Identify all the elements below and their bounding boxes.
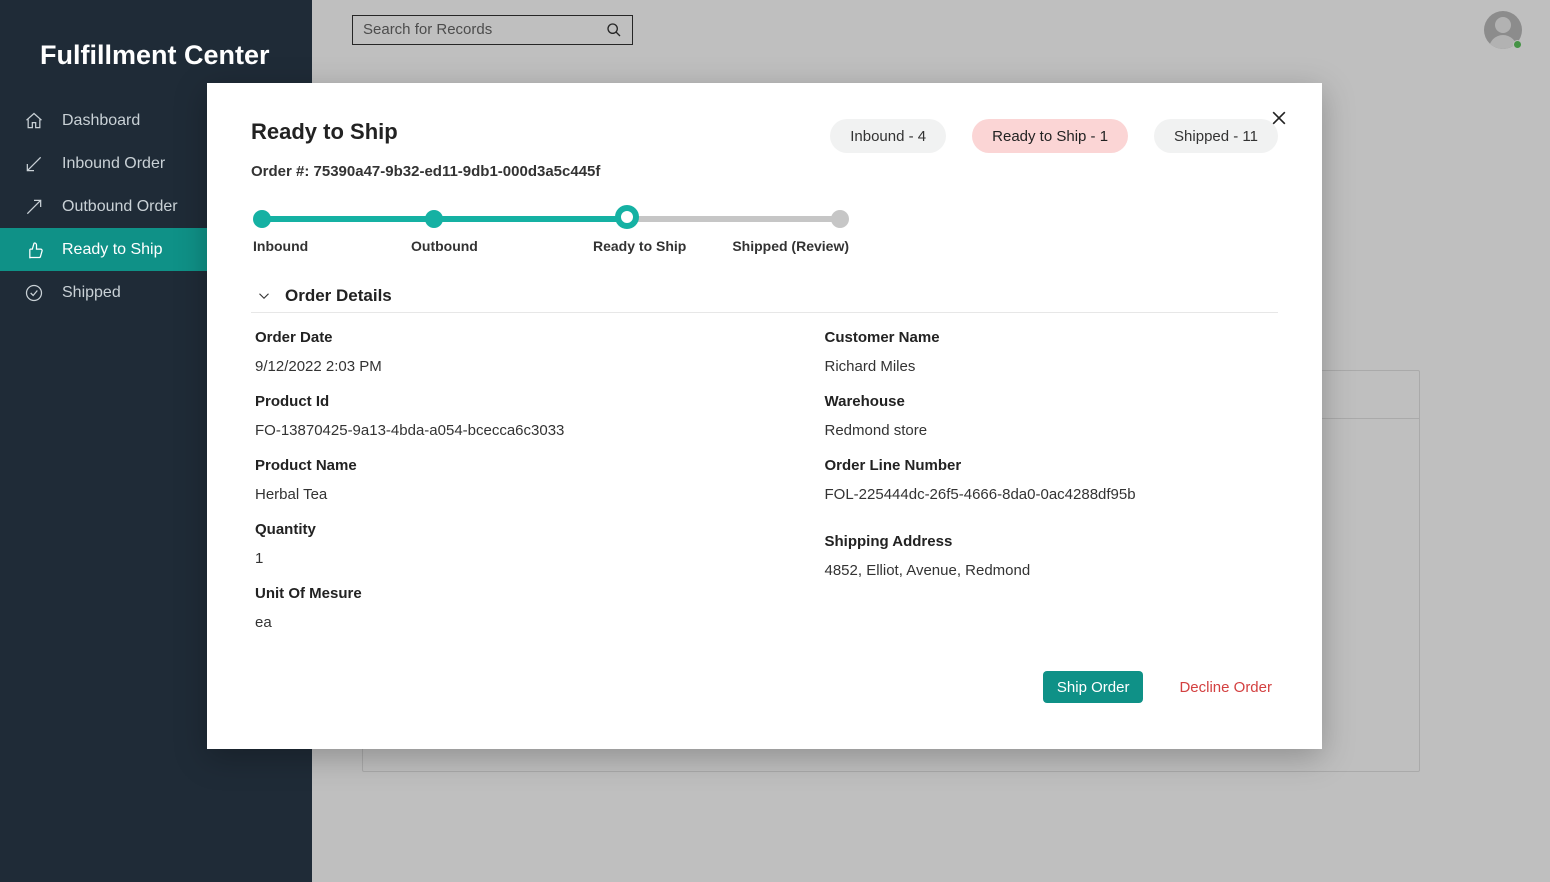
value-quantity: 1 — [255, 550, 705, 567]
value-order-date: 9/12/2022 2:03 PM — [255, 358, 705, 375]
value-shipping-address: 4852, Elliot, Avenue, Redmond — [825, 562, 1275, 579]
decline-order-button[interactable]: Decline Order — [1179, 679, 1272, 696]
modal-footer: Ship Order Decline Order — [1043, 671, 1272, 703]
step-label: Inbound — [253, 238, 308, 254]
check-circle-icon — [24, 283, 44, 303]
value-product-name: Herbal Tea — [255, 486, 705, 503]
chevron-down-icon — [255, 287, 273, 305]
order-details: Order Date 9/12/2022 2:03 PM Product Id … — [251, 313, 1278, 631]
modal-title: Ready to Ship — [251, 119, 600, 145]
details-right-column: Customer Name Richard Miles Warehouse Re… — [825, 327, 1275, 631]
label-shipping-address: Shipping Address — [825, 533, 1275, 550]
sidebar-item-label: Inbound Order — [62, 155, 165, 173]
sidebar-item-label: Ready to Ship — [62, 241, 163, 259]
status-pill-group: Inbound - 4 Ready to Ship - 1 Shipped - … — [830, 119, 1278, 153]
step-dot-icon — [831, 210, 849, 228]
order-details-toggle[interactable]: Order Details — [251, 280, 1278, 313]
close-icon — [1269, 108, 1289, 128]
label-quantity: Quantity — [255, 521, 705, 538]
label-order-line: Order Line Number — [825, 457, 1275, 474]
label-warehouse: Warehouse — [825, 393, 1275, 410]
modal-header: Ready to Ship Order #: 75390a47-9b32-ed1… — [251, 119, 1278, 180]
step-dot-icon — [425, 210, 443, 228]
value-product-id: FO-13870425-9a13-4bda-a054-bcecca6c3033 — [255, 422, 705, 439]
step-label: Outbound — [411, 238, 478, 254]
status-pill-shipped[interactable]: Shipped - 11 — [1154, 119, 1278, 153]
step-label: Ready to Ship — [593, 238, 686, 254]
ship-order-button[interactable]: Ship Order — [1043, 671, 1144, 703]
label-order-date: Order Date — [255, 329, 705, 346]
progress-stepper: Inbound Outbound Ready to Ship Shipped (… — [251, 208, 849, 268]
order-number: Order #: 75390a47-9b32-ed11-9db1-000d3a5… — [251, 163, 600, 180]
label-product-id: Product Id — [255, 393, 705, 410]
home-icon — [24, 111, 44, 131]
sidebar-item-label: Outbound Order — [62, 198, 178, 216]
section-title: Order Details — [285, 286, 392, 306]
value-customer: Richard Miles — [825, 358, 1275, 375]
step-dot-current-icon — [615, 205, 639, 229]
label-uom: Unit Of Mesure — [255, 585, 705, 602]
step-dot-icon — [253, 210, 271, 228]
modal-close-button[interactable] — [1266, 105, 1292, 131]
label-customer: Customer Name — [825, 329, 1275, 346]
thumbs-up-icon — [24, 240, 44, 260]
status-pill-ready[interactable]: Ready to Ship - 1 — [972, 119, 1128, 153]
outbound-arrow-icon — [24, 197, 44, 217]
label-product-name: Product Name — [255, 457, 705, 474]
sidebar-item-label: Shipped — [62, 284, 121, 302]
value-warehouse: Redmond store — [825, 422, 1275, 439]
inbound-arrow-icon — [24, 154, 44, 174]
status-pill-inbound[interactable]: Inbound - 4 — [830, 119, 946, 153]
value-uom: ea — [255, 614, 705, 631]
step-label: Shipped (Review) — [732, 238, 849, 254]
value-order-line: FOL-225444dc-26f5-4666-8da0-0ac4288df95b — [825, 486, 1275, 503]
sidebar-item-label: Dashboard — [62, 112, 140, 130]
order-modal: Ready to Ship Order #: 75390a47-9b32-ed1… — [207, 83, 1322, 749]
details-left-column: Order Date 9/12/2022 2:03 PM Product Id … — [255, 327, 705, 631]
